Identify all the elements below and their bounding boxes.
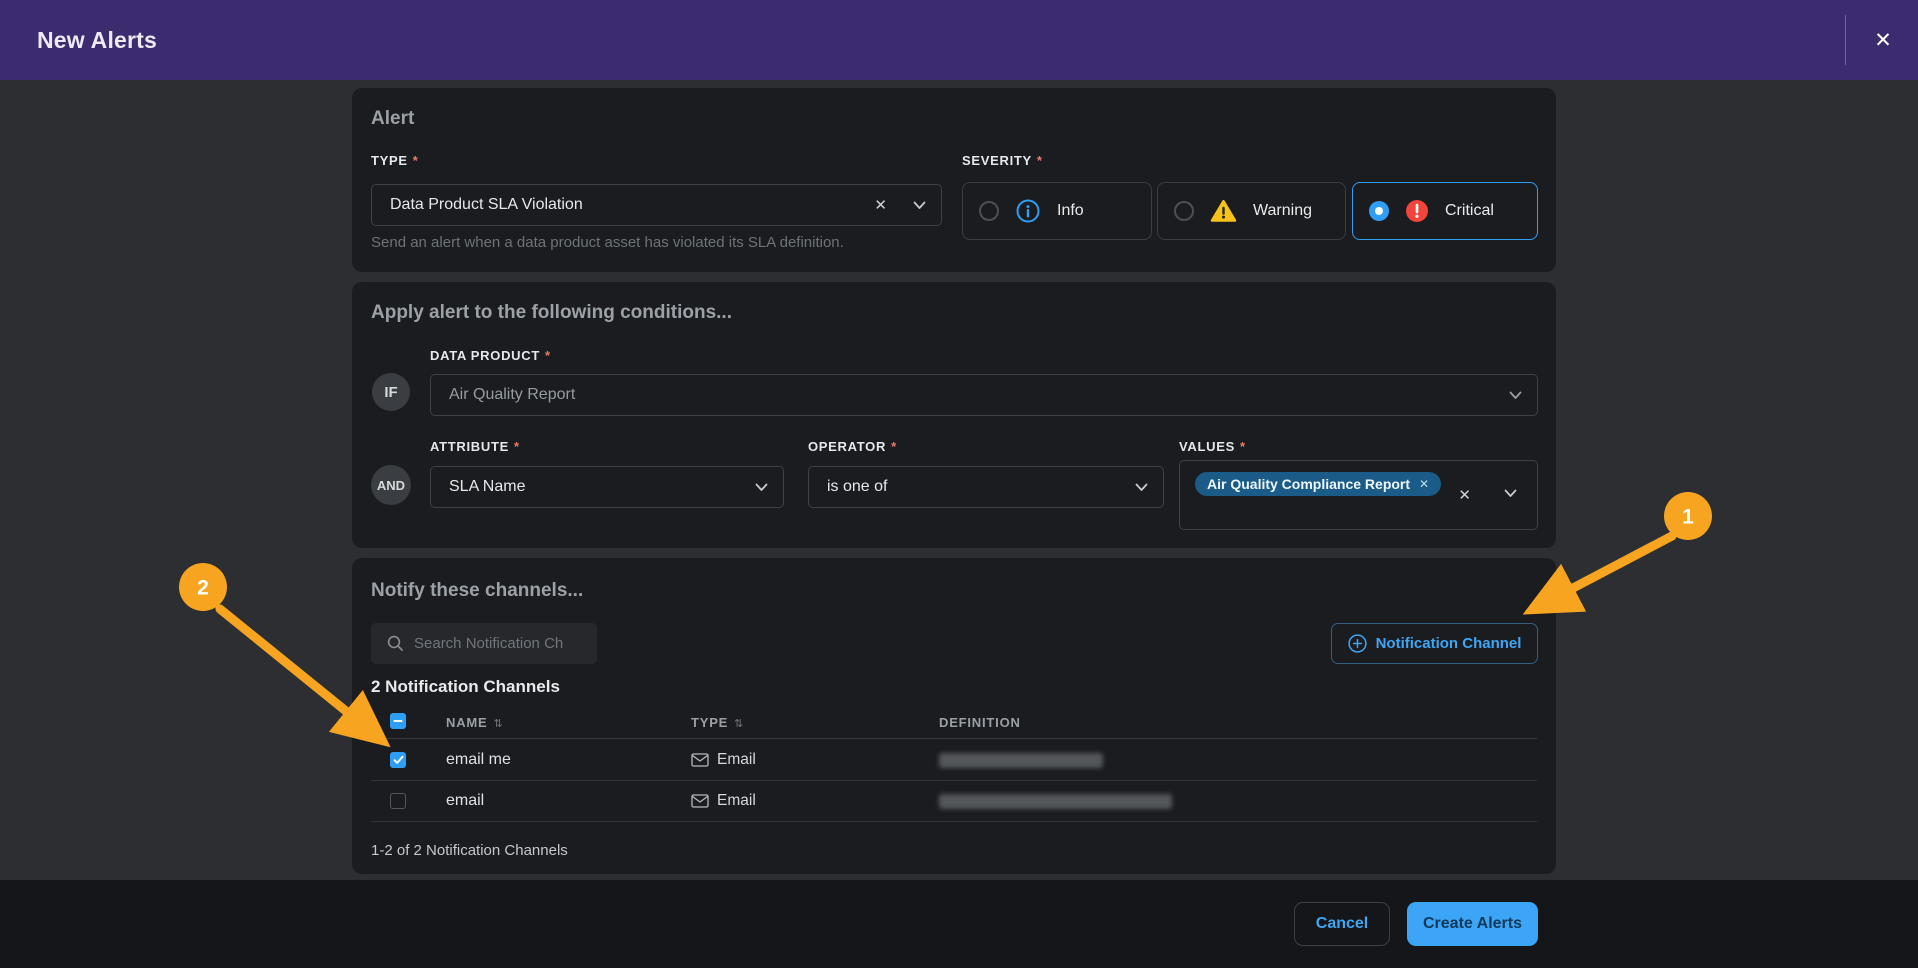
sort-icon: ⇅ [493, 718, 503, 730]
radio-unselected-icon[interactable] [1174, 201, 1194, 221]
operator-value: is one of [827, 478, 1109, 496]
table-header: NAME⇅ TYPE⇅ DEFINITION [371, 711, 1537, 739]
severity-option-critical[interactable]: Critical [1352, 182, 1538, 240]
chevron-down-icon[interactable] [1504, 489, 1517, 498]
row-checkbox-checked[interactable] [390, 752, 406, 768]
column-header-type[interactable]: TYPE⇅ [691, 715, 744, 730]
column-header-name[interactable]: NAME⇅ [446, 715, 504, 730]
severity-option-label: Warning [1253, 202, 1312, 220]
chevron-down-icon[interactable] [1509, 391, 1522, 400]
required-marker: * [413, 153, 419, 168]
clear-icon[interactable]: ✕ [1458, 488, 1471, 503]
search-input[interactable] [414, 635, 587, 652]
channel-count: 2 Notification Channels [371, 677, 560, 697]
indeterminate-icon [393, 716, 403, 726]
severity-option-warning[interactable]: Warning [1157, 182, 1346, 240]
chevron-down-icon[interactable] [913, 201, 926, 210]
warning-icon [1210, 199, 1237, 223]
value-chip-label: Air Quality Compliance Report [1207, 476, 1410, 492]
notify-card: Notify these channels... Notification Ch… [352, 558, 1556, 874]
attribute-value: SLA Name [449, 478, 729, 496]
alert-type-select[interactable]: Data Product SLA Violation ✕ [371, 184, 942, 226]
notify-heading: Notify these channels... [371, 580, 583, 602]
chevron-down-icon[interactable] [755, 483, 768, 492]
operator-select[interactable]: is one of [808, 466, 1164, 508]
severity-option-label: Critical [1445, 202, 1494, 220]
alert-card: Alert TYPE* Data Product SLA Violation ✕… [352, 88, 1556, 272]
search-box [371, 623, 597, 664]
select-all-checkbox[interactable] [390, 713, 406, 729]
email-icon [691, 794, 709, 808]
add-notification-channel-button[interactable]: Notification Channel [1331, 623, 1538, 664]
page-title: New Alerts [37, 0, 157, 80]
conditions-card: Apply alert to the following conditions.… [352, 282, 1556, 548]
required-marker: * [545, 348, 551, 363]
alert-heading: Alert [371, 108, 414, 130]
if-badge: IF [372, 373, 410, 411]
redacted-definition [939, 753, 1103, 768]
conditions-heading: Apply alert to the following conditions.… [371, 302, 732, 324]
alert-type-value: Data Product SLA Violation [390, 196, 874, 214]
required-marker: * [1037, 153, 1043, 168]
attribute-select[interactable]: SLA Name [430, 466, 784, 508]
severity-option-info[interactable]: Info [962, 182, 1152, 240]
modal-footer: Cancel Create Alerts [0, 880, 1918, 968]
header-divider [1845, 15, 1846, 65]
channel-type: Email [691, 751, 756, 769]
close-button[interactable]: ✕ [1862, 19, 1904, 61]
new-alerts-modal: New Alerts ✕ Alert TYPE* Data Product SL… [0, 0, 1918, 968]
radio-unselected-icon[interactable] [979, 201, 999, 221]
severity-option-label: Info [1057, 202, 1084, 220]
attribute-label: ATTRIBUTE* [430, 439, 520, 454]
severity-label: SEVERITY* [962, 153, 1043, 168]
row-checkbox-unchecked[interactable] [390, 793, 406, 809]
type-hint: Send an alert when a data product asset … [371, 234, 844, 251]
and-badge: AND [371, 465, 411, 505]
close-icon: ✕ [1874, 28, 1892, 53]
sort-icon: ⇅ [734, 718, 744, 730]
values-multiselect[interactable]: Air Quality Compliance Report ✕ ✕ [1179, 460, 1538, 530]
search-icon [387, 635, 404, 652]
data-product-value: Air Quality Report [449, 386, 1483, 404]
chevron-down-icon[interactable] [1135, 483, 1148, 492]
column-header-definition: DEFINITION [939, 715, 1021, 730]
chip-remove-icon[interactable]: ✕ [1419, 477, 1429, 491]
add-channel-label: Notification Channel [1376, 635, 1522, 652]
value-chip: Air Quality Compliance Report ✕ [1195, 472, 1441, 496]
check-icon [393, 755, 404, 765]
radio-selected-icon[interactable] [1369, 201, 1389, 221]
pagination-text: 1-2 of 2 Notification Channels [371, 842, 568, 859]
operator-label: OPERATOR* [808, 439, 897, 454]
modal-header: New Alerts ✕ [0, 0, 1918, 80]
values-label: VALUES* [1179, 439, 1246, 454]
modal-content: Alert TYPE* Data Product SLA Violation ✕… [0, 80, 1918, 880]
channel-name: email me [446, 751, 511, 769]
channel-name: email [446, 792, 484, 810]
cancel-button[interactable]: Cancel [1294, 902, 1390, 946]
data-product-label: DATA PRODUCT* [430, 348, 551, 363]
redacted-definition [939, 794, 1172, 809]
create-alerts-button[interactable]: Create Alerts [1407, 902, 1538, 946]
clear-icon[interactable]: ✕ [874, 198, 887, 213]
channel-type: Email [691, 792, 756, 810]
data-product-select[interactable]: Air Quality Report [430, 374, 1538, 416]
plus-circle-icon [1348, 634, 1367, 653]
info-icon [1015, 198, 1041, 224]
table-row[interactable]: email me Email [371, 740, 1537, 781]
email-icon [691, 753, 709, 767]
critical-icon [1405, 199, 1429, 223]
type-label: TYPE* [371, 153, 419, 168]
table-row[interactable]: email Email [371, 781, 1537, 822]
